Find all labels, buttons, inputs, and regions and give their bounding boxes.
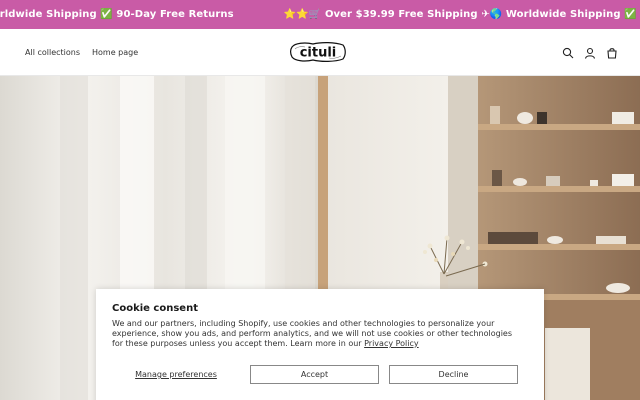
cookie-body: We and our partners, including Shopify, … bbox=[112, 319, 522, 349]
announcement-text: Worldwide Shipping ✅ 90-Day Free Returns bbox=[0, 9, 234, 20]
account-icon[interactable] bbox=[584, 47, 596, 59]
accept-button[interactable]: Accept bbox=[250, 365, 379, 384]
privacy-policy-link[interactable]: Privacy Policy bbox=[364, 339, 419, 348]
cookie-consent-dialog: Cookie consent We and our partners, incl… bbox=[96, 289, 544, 400]
main-nav: All collections Home page bbox=[25, 29, 138, 76]
cookie-title: Cookie consent bbox=[112, 303, 198, 314]
cart-icon[interactable] bbox=[606, 47, 618, 59]
announcement-bar: Worldwide Shipping ✅ 90-Day Free Returns… bbox=[0, 0, 640, 29]
nav-link-all-collections[interactable]: All collections bbox=[25, 48, 80, 57]
announcement-track: Worldwide Shipping ✅ 90-Day Free Returns… bbox=[0, 0, 640, 29]
search-icon[interactable] bbox=[562, 47, 574, 59]
logo[interactable]: cituli bbox=[289, 40, 347, 64]
cookie-actions: Manage preferences Accept Decline bbox=[112, 365, 518, 384]
logo-text: cituli bbox=[300, 46, 337, 61]
announcement-text: ⭐⭐🛒 Over $39.99 Free Shipping ✈🌎 Worldwi… bbox=[283, 9, 640, 20]
nav-link-home-page[interactable]: Home page bbox=[92, 48, 138, 57]
site-header: All collections Home page cituli bbox=[0, 29, 640, 76]
manage-preferences-button[interactable]: Manage preferences bbox=[112, 365, 240, 384]
cookie-body-text: We and our partners, including Shopify, … bbox=[112, 319, 513, 348]
decline-button[interactable]: Decline bbox=[389, 365, 518, 384]
header-icons bbox=[562, 29, 618, 76]
